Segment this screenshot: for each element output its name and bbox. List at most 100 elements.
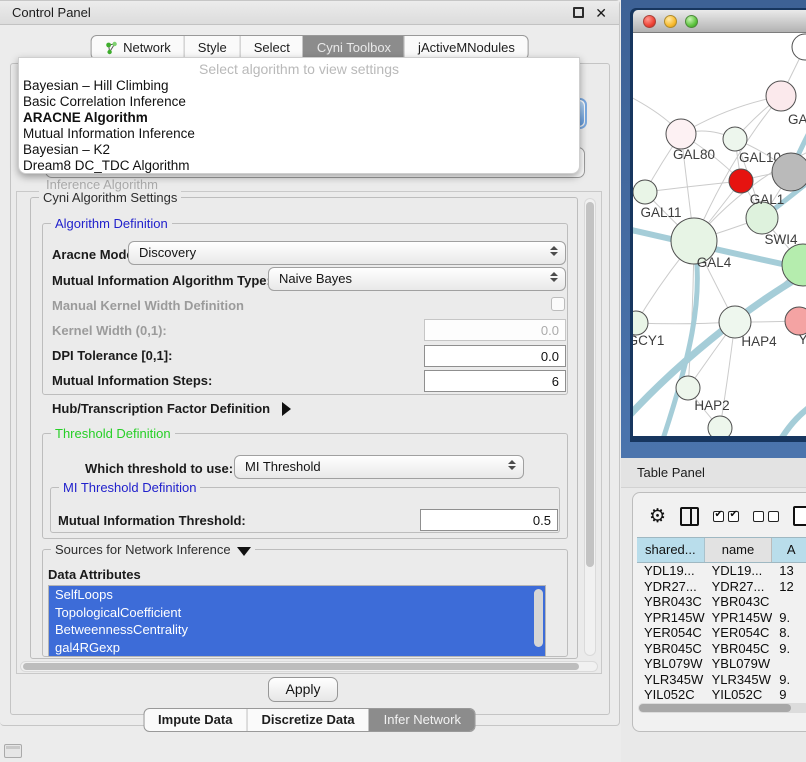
group-title: Threshold Definition <box>51 426 175 441</box>
table-cell: 9. <box>772 672 806 688</box>
which-threshold-combobox[interactable]: MI Threshold <box>234 455 524 479</box>
attribute-item[interactable]: BetweennessCentrality <box>49 621 545 639</box>
table-horizontal-scrollbar[interactable] <box>638 703 806 713</box>
algorithm-dropdown: Select algorithm to view settings Bayesi… <box>18 57 580 174</box>
column-header-shared[interactable]: shared... <box>637 538 705 562</box>
table-row[interactable]: YBR045CYBR045C9. <box>637 641 806 657</box>
table-cell: YER054C <box>705 625 773 641</box>
settings-vertical-scrollbar[interactable] <box>584 198 596 656</box>
table-row[interactable]: YER054CYER054C8. <box>637 625 806 641</box>
combobox-arrows-icon <box>550 246 558 256</box>
table-cell <box>772 656 806 672</box>
tab-discretize-data[interactable]: Discretize Data <box>246 709 368 731</box>
table-cell: YBR043C <box>705 594 773 610</box>
dropdown-prompt: Select algorithm to view settings <box>19 58 579 78</box>
deselect-all-columns-button[interactable] <box>753 511 779 522</box>
algorithm-option[interactable]: ARACNE Algorithm <box>19 110 579 126</box>
table-row[interactable]: YBL079WYBL079W <box>637 656 806 672</box>
node-label: GAL4 <box>697 255 732 270</box>
network-node-Y[interactable] <box>785 307 806 335</box>
network-window-titlebar[interactable] <box>633 10 806 33</box>
tab-style[interactable]: Style <box>184 36 240 59</box>
minimize-traffic-light[interactable] <box>664 15 677 28</box>
minimized-panel-icon[interactable] <box>4 744 22 758</box>
network-tab-icon <box>104 41 118 55</box>
tab-cyni-toolbox[interactable]: Cyni Toolbox <box>303 36 404 59</box>
tab-select[interactable]: Select <box>240 36 303 59</box>
table-cell: 12 <box>772 579 806 595</box>
settings-horizontal-scrollbar[interactable] <box>20 661 598 672</box>
float-window-icon[interactable] <box>573 7 584 18</box>
attribute-item[interactable]: SelfLoops <box>49 586 545 604</box>
column-header-partial[interactable]: A <box>772 538 806 562</box>
apply-button[interactable]: Apply <box>268 677 338 702</box>
network-node[interactable] <box>772 153 806 191</box>
table-row[interactable]: YDR27...YDR27...12 <box>637 579 806 595</box>
table-cell: YBR045C <box>705 641 773 657</box>
scrollbar-thumb[interactable] <box>23 663 579 670</box>
node-label: Y <box>798 332 806 347</box>
select-all-columns-button[interactable] <box>713 511 739 522</box>
table-row[interactable]: YPR145WYPR145W9. <box>637 610 806 626</box>
network-node-GAL11[interactable] <box>633 180 657 204</box>
table-cell: 8. <box>772 625 806 641</box>
list-scrollbar-thumb[interactable] <box>534 589 543 647</box>
mi-steps-field[interactable] <box>424 370 566 392</box>
table-row[interactable]: YLR345WYLR345W9. <box>637 672 806 688</box>
algorithm-option[interactable]: Basic Correlation Inference <box>19 94 579 110</box>
table-row[interactable]: YDL19...YDL19...13 <box>637 563 806 579</box>
mi-algorithm-type-combobox[interactable]: Naive Bayes <box>268 267 566 291</box>
table-cell: YBR043C <box>637 594 705 610</box>
attribute-item[interactable]: gal4RGexp <box>49 639 545 657</box>
network-node-GAL[interactable] <box>766 81 796 111</box>
aracne-mode-combobox[interactable]: Discovery <box>128 241 566 265</box>
dpi-tolerance-field[interactable] <box>424 345 566 367</box>
algorithm-option[interactable]: Mutual Information Inference <box>19 126 579 142</box>
network-node[interactable] <box>708 416 732 436</box>
scrollbar-thumb[interactable] <box>639 704 791 712</box>
kernel-width-field[interactable] <box>424 319 566 341</box>
network-node-GAL10[interactable] <box>723 127 747 151</box>
scrollbar-thumb[interactable] <box>586 202 594 567</box>
close-icon[interactable]: ✕ <box>595 6 607 20</box>
column-header-name[interactable]: name <box>705 538 773 562</box>
attribute-item[interactable]: TopologicalCoefficient <box>49 604 545 622</box>
manual-kernel-label: Manual Kernel Width Definition <box>52 298 244 313</box>
columns-icon[interactable] <box>680 507 699 526</box>
network-node-HAP2[interactable] <box>676 376 700 400</box>
network-node[interactable] <box>729 169 753 193</box>
algorithm-option[interactable]: Dream8 DC_TDC Algorithm <box>19 158 579 174</box>
algorithm-option[interactable]: Bayesian – K2 <box>19 142 579 158</box>
group-title: Algorithm Definition <box>51 216 172 231</box>
combobox-value: Discovery <box>139 245 196 260</box>
mi-threshold-field[interactable] <box>420 509 558 531</box>
network-node[interactable] <box>792 34 806 60</box>
document-icon[interactable] <box>793 506 806 526</box>
network-node-GAL80[interactable] <box>666 119 696 149</box>
collapse-arrow-icon[interactable] <box>237 547 251 556</box>
tab-network[interactable]: Network <box>91 36 184 59</box>
group-title: Cyni Algorithm Settings <box>39 190 181 205</box>
table-row[interactable]: YBR043CYBR043C <box>637 594 806 610</box>
tab-jactivemnodules[interactable]: jActiveMNodules <box>404 36 528 59</box>
network-node-SWI4[interactable] <box>782 244 806 286</box>
table-cell: YLR345W <box>705 672 773 688</box>
gear-icon[interactable]: ⚙ <box>649 507 666 526</box>
table-cell: YPR145W <box>705 610 773 626</box>
hub-definition-expander[interactable]: Hub/Transcription Factor Definition <box>52 401 291 416</box>
zoom-traffic-light[interactable] <box>685 15 698 28</box>
tab-impute-data[interactable]: Impute Data <box>144 709 246 731</box>
network-view-window: GALGAL80GAL10GAL11GAL1GAL4SWI4GCY1HAP4YH… <box>630 8 806 442</box>
manual-kernel-checkbox[interactable] <box>551 297 565 311</box>
network-canvas[interactable]: GALGAL80GAL10GAL11GAL1GAL4SWI4GCY1HAP4YH… <box>633 33 806 436</box>
panel-title: Control Panel <box>12 5 91 20</box>
data-attributes-list[interactable]: SelfLoopsTopologicalCoefficientBetweenne… <box>48 585 546 657</box>
close-traffic-light[interactable] <box>643 15 656 28</box>
network-node-GCY1[interactable] <box>633 311 648 335</box>
algorithm-option[interactable]: Bayesian – Hill Climbing <box>19 78 579 94</box>
mi-steps-label: Mutual Information Steps: <box>52 373 212 388</box>
network-graph: GALGAL80GAL10GAL11GAL1GAL4SWI4GCY1HAP4YH… <box>633 33 806 436</box>
tab-infer-network[interactable]: Infer Network <box>369 709 475 731</box>
table-row[interactable]: YIL052CYIL052C9 <box>637 687 806 701</box>
unchecked-checkbox-icon <box>768 511 779 522</box>
